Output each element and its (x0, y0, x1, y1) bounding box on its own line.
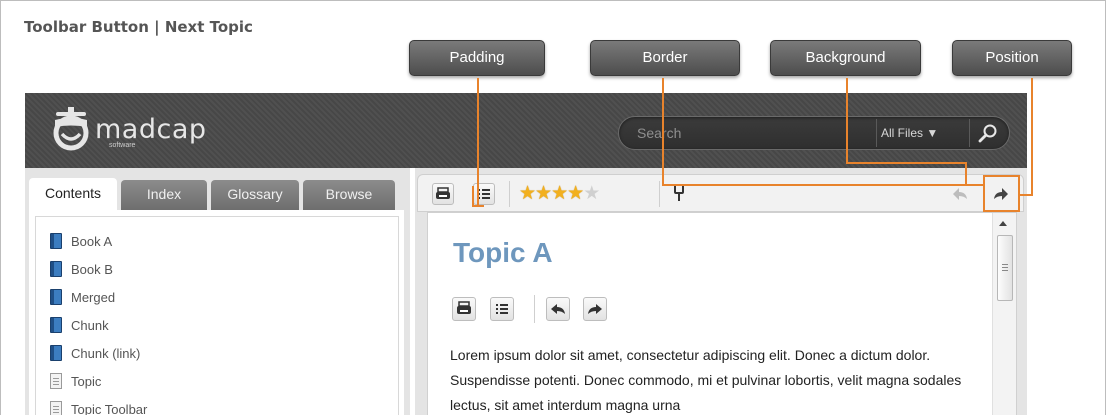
vertical-scrollbar[interactable] (992, 213, 1016, 415)
toc-item-label: Chunk (71, 318, 109, 333)
topic-body-text: Lorem ipsum dolor sit amet, consectetur … (450, 347, 962, 413)
padding-highlight-box (472, 186, 474, 207)
background-connector-line (846, 78, 848, 164)
next-topic-icon (588, 304, 602, 314)
background-connector-line (965, 162, 967, 184)
toolbar-separator (534, 295, 535, 323)
logo-subtext: software (109, 142, 136, 149)
book-icon (50, 289, 62, 305)
topic-toolbar: ★★★★★ (417, 174, 1024, 212)
toc-list: Book A Book B Merged Chunk Chunk (link) … (35, 216, 399, 415)
scroll-grip-icon (1002, 264, 1008, 265)
position-highlight-box (983, 210, 1020, 212)
logo-text: madcap (95, 114, 207, 145)
background-connector-line (846, 162, 966, 164)
topic-toc-button[interactable] (490, 297, 514, 321)
padding-connector-line (477, 78, 479, 206)
star-filled-icon[interactable]: ★ (519, 183, 536, 204)
remove-highlight-button[interactable] (669, 183, 691, 205)
book-icon (50, 345, 62, 361)
book-icon (50, 317, 62, 333)
navigation-panel: Contents Index Glossary Browse Book A Bo… (25, 168, 410, 415)
search-box: All Files ▼ (618, 116, 1010, 150)
callout-background: Background (770, 40, 921, 76)
toc-item-label: Chunk (link) (71, 346, 141, 361)
search-button[interactable] (975, 121, 1001, 147)
tab-index[interactable]: Index (121, 180, 207, 210)
toc-pane: Book A Book B Merged Chunk Chunk (link) … (29, 210, 404, 415)
previous-topic-icon (551, 304, 565, 314)
topic-title: Topic A (453, 237, 553, 268)
toolbar-separator (509, 181, 510, 207)
topic-print-button[interactable] (452, 297, 476, 321)
print-icon (436, 187, 450, 199)
print-button[interactable] (432, 183, 454, 205)
toc-item-label: Merged (71, 290, 116, 305)
print-icon (457, 301, 471, 314)
search-divider (876, 119, 877, 147)
topic-previous-button[interactable] (546, 297, 570, 321)
tab-contents[interactable]: Contents (29, 178, 117, 212)
border-connector-line (662, 78, 664, 186)
next-topic-icon (994, 188, 1008, 200)
magnifier-icon (978, 124, 997, 143)
star-filled-icon[interactable]: ★ (551, 183, 568, 204)
search-divider (969, 119, 970, 147)
toc-item-label: Book B (71, 262, 113, 277)
search-filter-select[interactable]: All Files ▼ (881, 126, 938, 140)
book-icon (50, 261, 62, 277)
position-highlight-box (983, 175, 985, 211)
scroll-up-arrow-icon[interactable] (999, 221, 1007, 226)
toc-item-label: Topic Toolbar (71, 402, 148, 415)
scroll-thumb[interactable] (997, 235, 1013, 301)
previous-topic-button[interactable] (949, 183, 971, 205)
star-empty-icon[interactable]: ★ (583, 183, 600, 204)
toc-item-label: Topic (71, 374, 102, 389)
star-filled-icon[interactable]: ★ (567, 183, 584, 204)
position-connector-line (1031, 78, 1033, 196)
callout-border: Border (590, 40, 740, 76)
remove-highlight-icon (674, 184, 684, 201)
tab-browse[interactable]: Browse (303, 180, 395, 210)
page-icon (50, 373, 62, 389)
callout-padding: Padding (409, 40, 545, 76)
toc-item-label: Book A (71, 234, 113, 249)
position-connector-line (1019, 194, 1033, 196)
previous-topic-icon (953, 188, 967, 200)
topic-frame: Topic A Lorem ipsum dolor sit amet, cons… (427, 212, 1017, 415)
toolbar-separator (659, 181, 660, 207)
page-icon (50, 401, 62, 415)
book-icon (50, 233, 62, 249)
rating-stars[interactable]: ★★★★★ (519, 183, 600, 205)
app-header: madcap software All Files ▼ (25, 93, 1027, 168)
next-topic-button[interactable] (990, 183, 1012, 205)
tab-glossary[interactable]: Glossary (211, 180, 299, 210)
content-panel: ★★★★★ Topic A Lorem ipsum dolor sit amet… (415, 168, 1027, 415)
callout-position: Position (952, 40, 1072, 76)
page-title: Toolbar Button | Next Topic (24, 18, 253, 36)
position-highlight-box (983, 175, 1019, 177)
star-filled-icon[interactable]: ★ (535, 183, 552, 204)
topic-next-button[interactable] (583, 297, 607, 321)
toc-icon (496, 304, 508, 314)
position-highlight-box (1018, 175, 1020, 211)
border-connector-line (662, 184, 984, 186)
madcap-logo-icon (51, 107, 91, 151)
search-input[interactable] (637, 125, 857, 141)
